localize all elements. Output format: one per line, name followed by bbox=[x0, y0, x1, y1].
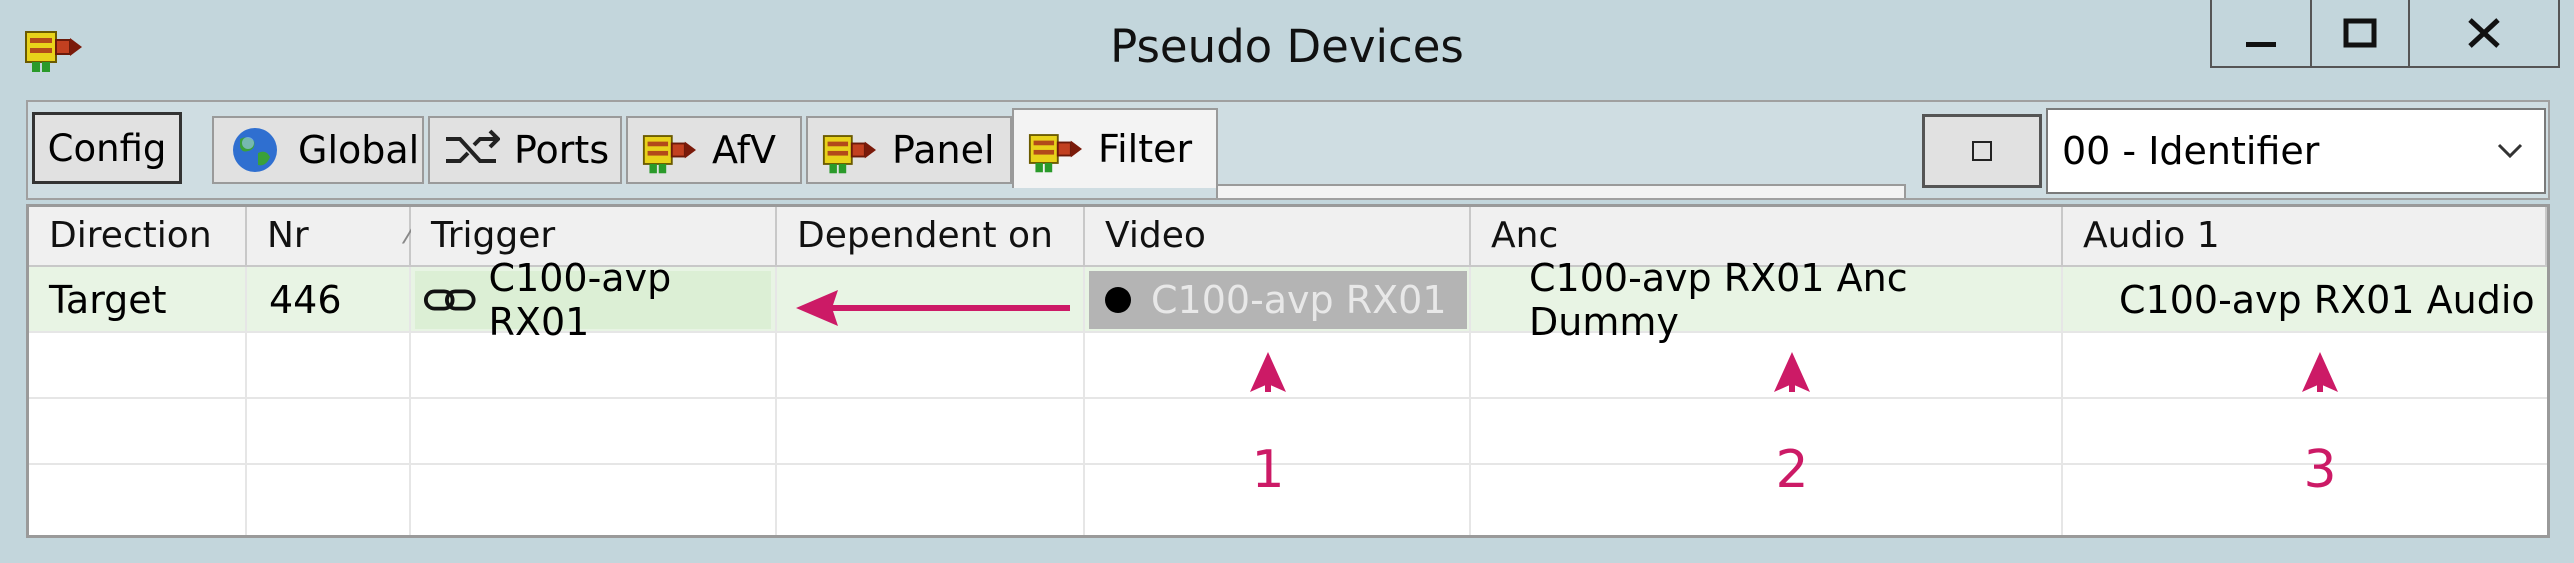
annotation-label: 1 bbox=[1251, 440, 1285, 500]
annotation-label: 3 bbox=[2303, 440, 2337, 500]
annotation-arrow-up bbox=[1250, 352, 1286, 392]
annotation-label: 2 bbox=[1775, 440, 1809, 500]
annotation-arrow-up bbox=[1774, 352, 1810, 392]
annotation-arrow-up bbox=[2302, 352, 2338, 392]
annotation-arrow-left bbox=[796, 290, 1070, 326]
